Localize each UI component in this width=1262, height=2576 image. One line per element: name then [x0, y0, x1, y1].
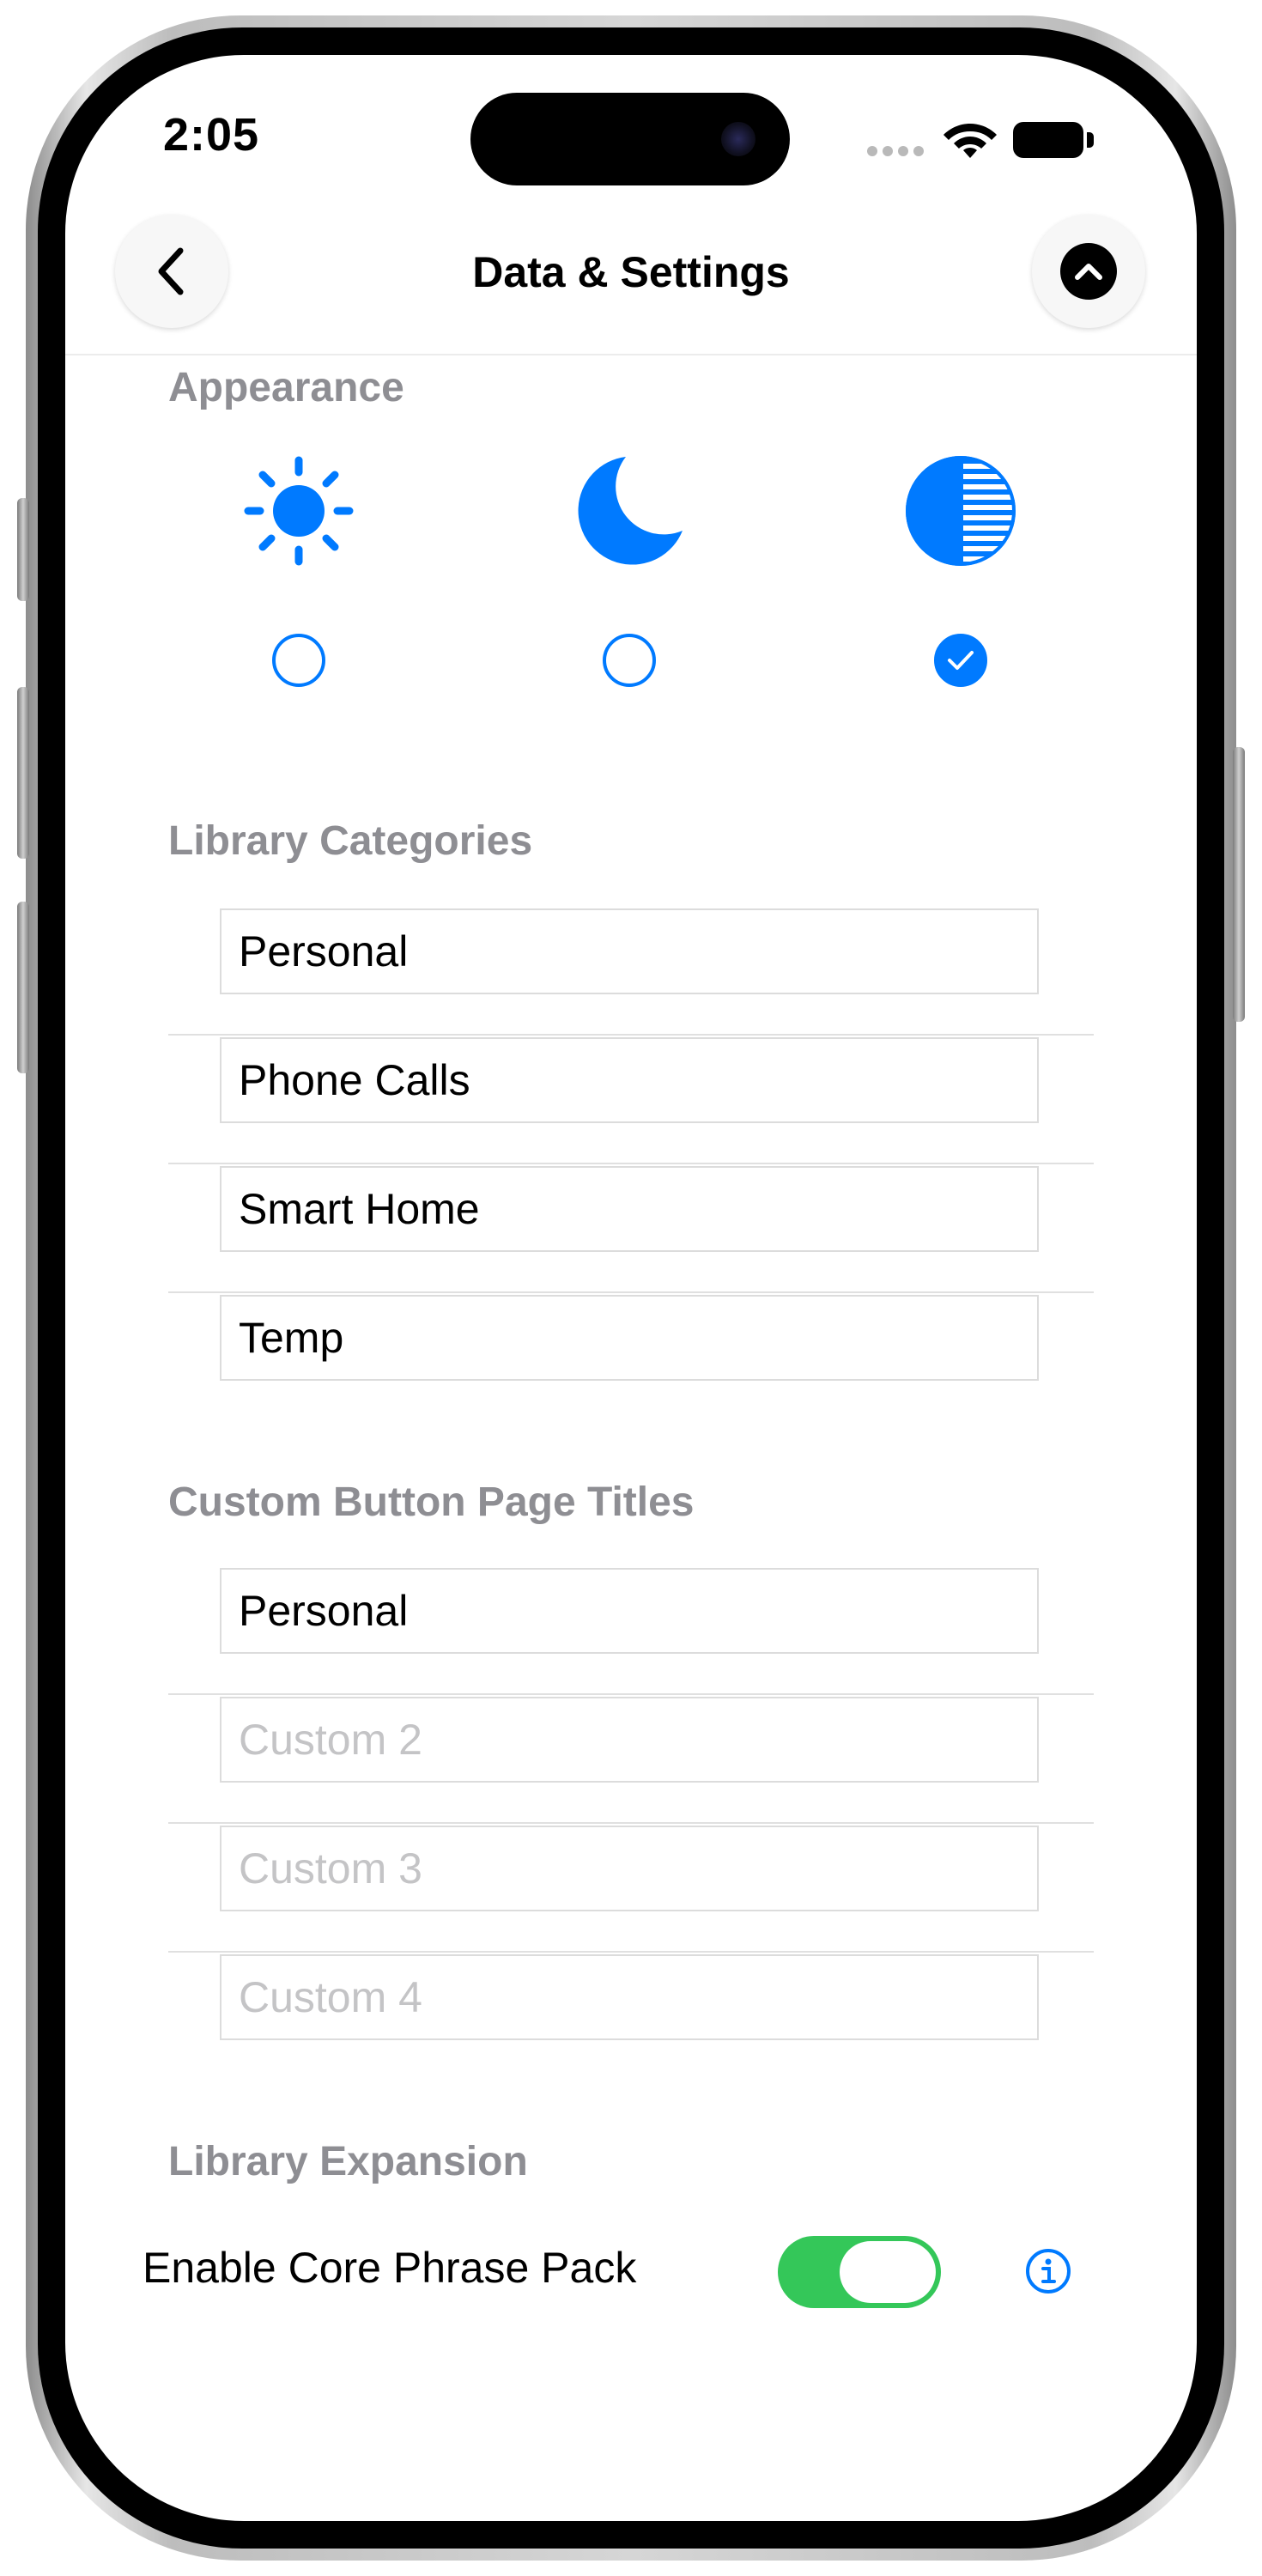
library-category-field-2[interactable]	[220, 1037, 1039, 1123]
core-phrase-pack-label: Enable Core Phrase Pack	[143, 2244, 637, 2292]
volume-up-button	[17, 687, 29, 859]
library-category-field-1[interactable]	[220, 908, 1039, 994]
custom-title-row	[168, 1954, 1094, 2081]
sun-icon	[244, 456, 354, 566]
appearance-header: Appearance	[168, 365, 404, 410]
row-divider	[168, 1822, 1094, 1824]
custom-title-row	[168, 1826, 1094, 1953]
moon-icon	[578, 457, 683, 565]
wifi-icon	[943, 124, 997, 158]
library-category-row	[168, 1166, 1094, 1293]
library-category-row	[168, 1295, 1094, 1422]
row-divider	[168, 1291, 1094, 1293]
library-category-field-3[interactable]	[220, 1166, 1039, 1252]
battery-tip	[1087, 132, 1094, 148]
info-button[interactable]	[1025, 2248, 1071, 2294]
custom-title-row	[168, 1697, 1094, 1824]
appearance-automatic-option[interactable]	[905, 455, 1016, 567]
custom-button-page-titles-header: Custom Button Page Titles	[168, 1479, 695, 1525]
appearance-automatic-radio[interactable]	[934, 634, 987, 687]
power-button	[1233, 747, 1245, 1022]
toggle-knob	[840, 2241, 936, 2303]
half-circle-icon	[906, 456, 1016, 566]
appearance-dark-option[interactable]	[573, 455, 684, 567]
library-category-row	[168, 908, 1094, 1036]
nav-divider	[65, 354, 1197, 355]
cellular-signal-icon	[867, 146, 924, 156]
row-divider	[168, 1163, 1094, 1164]
appearance-light-option[interactable]	[243, 455, 355, 567]
row-divider	[168, 1693, 1094, 1695]
dynamic-island	[470, 93, 790, 185]
library-expansion-header: Library Expansion	[168, 2139, 528, 2184]
scroll-to-top-button[interactable]	[1032, 215, 1145, 328]
library-categories-header: Library Categories	[168, 818, 533, 864]
library-category-field-4[interactable]	[220, 1295, 1039, 1381]
library-category-row	[168, 1037, 1094, 1164]
volume-down-button	[17, 902, 29, 1073]
core-phrase-pack-toggle[interactable]	[778, 2236, 941, 2308]
info-circle-icon	[1026, 2249, 1071, 2293]
custom-title-field-2[interactable]	[220, 1697, 1039, 1783]
chevron-up-circle-icon	[1060, 243, 1117, 300]
appearance-light-radio[interactable]	[272, 634, 325, 687]
camera-lens	[721, 122, 755, 156]
battery-icon	[1013, 122, 1083, 158]
row-divider	[168, 1951, 1094, 1953]
checkmark-icon	[948, 651, 974, 670]
custom-title-row	[168, 1568, 1094, 1695]
custom-title-field-3[interactable]	[220, 1826, 1039, 1911]
appearance-dark-radio[interactable]	[603, 634, 656, 687]
row-divider	[168, 1034, 1094, 1036]
custom-title-field-4[interactable]	[220, 1954, 1039, 2040]
action-button	[17, 498, 29, 601]
status-time: 2:05	[163, 109, 260, 161]
canvas: 2:05 Data & Settings Appearance Library …	[0, 0, 1262, 2576]
custom-title-field-1[interactable]	[220, 1568, 1039, 1654]
